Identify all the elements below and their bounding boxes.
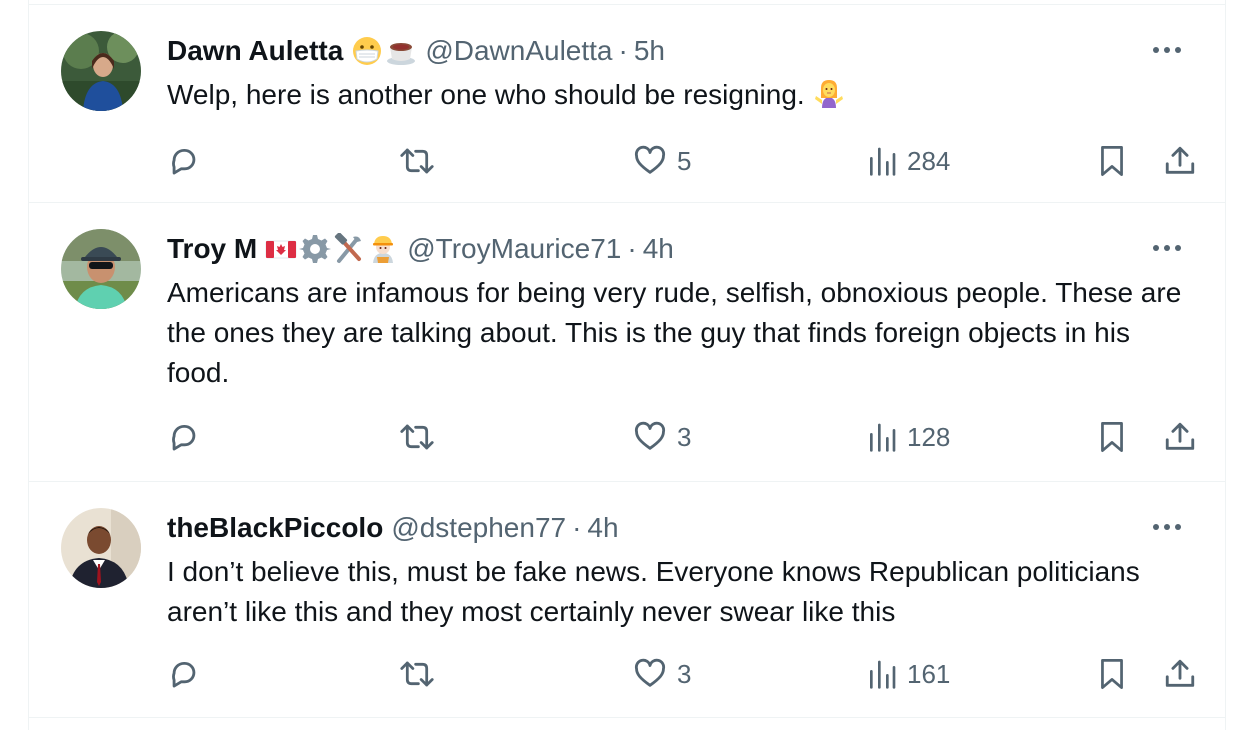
views-icon — [870, 660, 896, 689]
tweet-text: Welp, here is another one who should be … — [167, 75, 1197, 121]
author-name[interactable]: Troy M — [167, 231, 257, 267]
heart-icon — [634, 421, 666, 450]
tweet-header: Troy M @TroyMaurice71 · 4h — [167, 231, 674, 267]
reply-button[interactable] — [167, 139, 201, 183]
avatar[interactable] — [61, 508, 141, 588]
retweet-button[interactable] — [399, 139, 435, 183]
views-button[interactable]: 284 — [867, 139, 950, 183]
gear-emoji — [299, 235, 332, 263]
tweet[interactable]: Dawn Auletta @DawnAuletta · 5h Welp, her… — [29, 4, 1225, 203]
tweet[interactable]: Troy M @TroyMaurice71 · 4h Americans are… — [29, 203, 1225, 482]
hammer-and-wrench-emoji — [335, 233, 362, 263]
canada-flag-emoji — [265, 240, 297, 259]
retweet-icon — [400, 424, 434, 450]
reply-icon — [172, 148, 196, 175]
views-icon — [870, 423, 896, 452]
tweet-text: Americans are infamous for being very ru… — [167, 277, 1182, 388]
timestamp[interactable]: 4h — [643, 231, 674, 267]
separator-dot: · — [572, 512, 582, 543]
share-button[interactable] — [1163, 652, 1197, 696]
like-button[interactable]: 3 — [633, 415, 691, 459]
reply-button[interactable] — [167, 652, 201, 696]
reply-feed: Dawn Auletta @DawnAuletta · 5h Welp, her… — [28, 0, 1226, 730]
views-button[interactable]: 128 — [867, 415, 950, 459]
reply-button[interactable] — [167, 415, 201, 459]
tweet-header: Dawn Auletta @DawnAuletta · 5h — [167, 33, 665, 69]
like-count: 5 — [677, 145, 692, 176]
tweet-actions: 3 161 — [167, 652, 1197, 696]
like-count: 3 — [677, 421, 692, 452]
separator-dot: · — [618, 35, 628, 66]
timestamp[interactable]: 5h — [634, 33, 665, 69]
reply-icon — [172, 661, 196, 688]
share-button[interactable] — [1163, 139, 1197, 183]
avatar[interactable] — [61, 31, 141, 111]
bookmark-button[interactable] — [1097, 139, 1127, 183]
like-button[interactable]: 3 — [633, 652, 691, 696]
tweet-actions: 3 128 — [167, 415, 1197, 459]
bookmark-icon — [1101, 145, 1123, 176]
tweet-header: theBlackPiccolo @dstephen77 · 4h — [167, 510, 619, 546]
construction-worker-emoji — [373, 236, 394, 263]
more-icon[interactable] — [1149, 512, 1185, 542]
retweet-icon — [400, 148, 434, 174]
retweet-button[interactable] — [399, 652, 435, 696]
tweet[interactable]: theBlackPiccolo @dstephen77 · 4h I don’t… — [29, 482, 1225, 718]
view-count: 284 — [907, 145, 951, 176]
avatar[interactable] — [61, 229, 141, 309]
tweet-actions: 5 284 — [167, 139, 1197, 183]
bookmark-button[interactable] — [1097, 415, 1127, 459]
tweet-text: I don’t believe this, must be fake news.… — [167, 556, 1140, 627]
retweet-button[interactable] — [399, 415, 435, 459]
author-handle[interactable]: @TroyMaurice71 — [407, 231, 621, 267]
retweet-icon — [400, 661, 434, 687]
more-icon[interactable] — [1149, 35, 1185, 65]
view-count: 128 — [907, 421, 951, 452]
share-icon — [1165, 422, 1195, 450]
more-icon[interactable] — [1149, 233, 1185, 263]
hot-beverage-emoji — [387, 43, 416, 65]
bookmark-button[interactable] — [1097, 652, 1127, 696]
views-button[interactable]: 161 — [867, 652, 950, 696]
share-button[interactable] — [1163, 415, 1197, 459]
author-name[interactable]: Dawn Auletta — [167, 33, 343, 69]
heart-icon — [634, 145, 666, 174]
face-with-medical-mask-emoji — [353, 37, 382, 65]
person-shrugging-emoji — [813, 78, 845, 121]
like-count: 3 — [677, 658, 692, 689]
name-emojis — [351, 35, 417, 67]
views-icon — [870, 147, 896, 176]
bookmark-icon — [1101, 659, 1123, 689]
name-emojis — [265, 233, 399, 265]
share-icon — [1165, 146, 1195, 174]
tweet-text-content: Welp, here is another one who should be … — [167, 79, 805, 110]
reply-icon — [172, 424, 196, 451]
author-name[interactable]: theBlackPiccolo — [167, 510, 383, 546]
author-handle[interactable]: @dstephen77 — [391, 510, 566, 546]
like-button[interactable]: 5 — [633, 139, 691, 183]
heart-icon — [634, 658, 666, 687]
separator-dot: · — [627, 233, 637, 264]
timestamp[interactable]: 4h — [587, 510, 618, 546]
author-handle[interactable]: @DawnAuletta — [425, 33, 612, 69]
view-count: 161 — [907, 658, 951, 689]
bookmark-icon — [1101, 422, 1123, 452]
share-icon — [1165, 659, 1195, 687]
